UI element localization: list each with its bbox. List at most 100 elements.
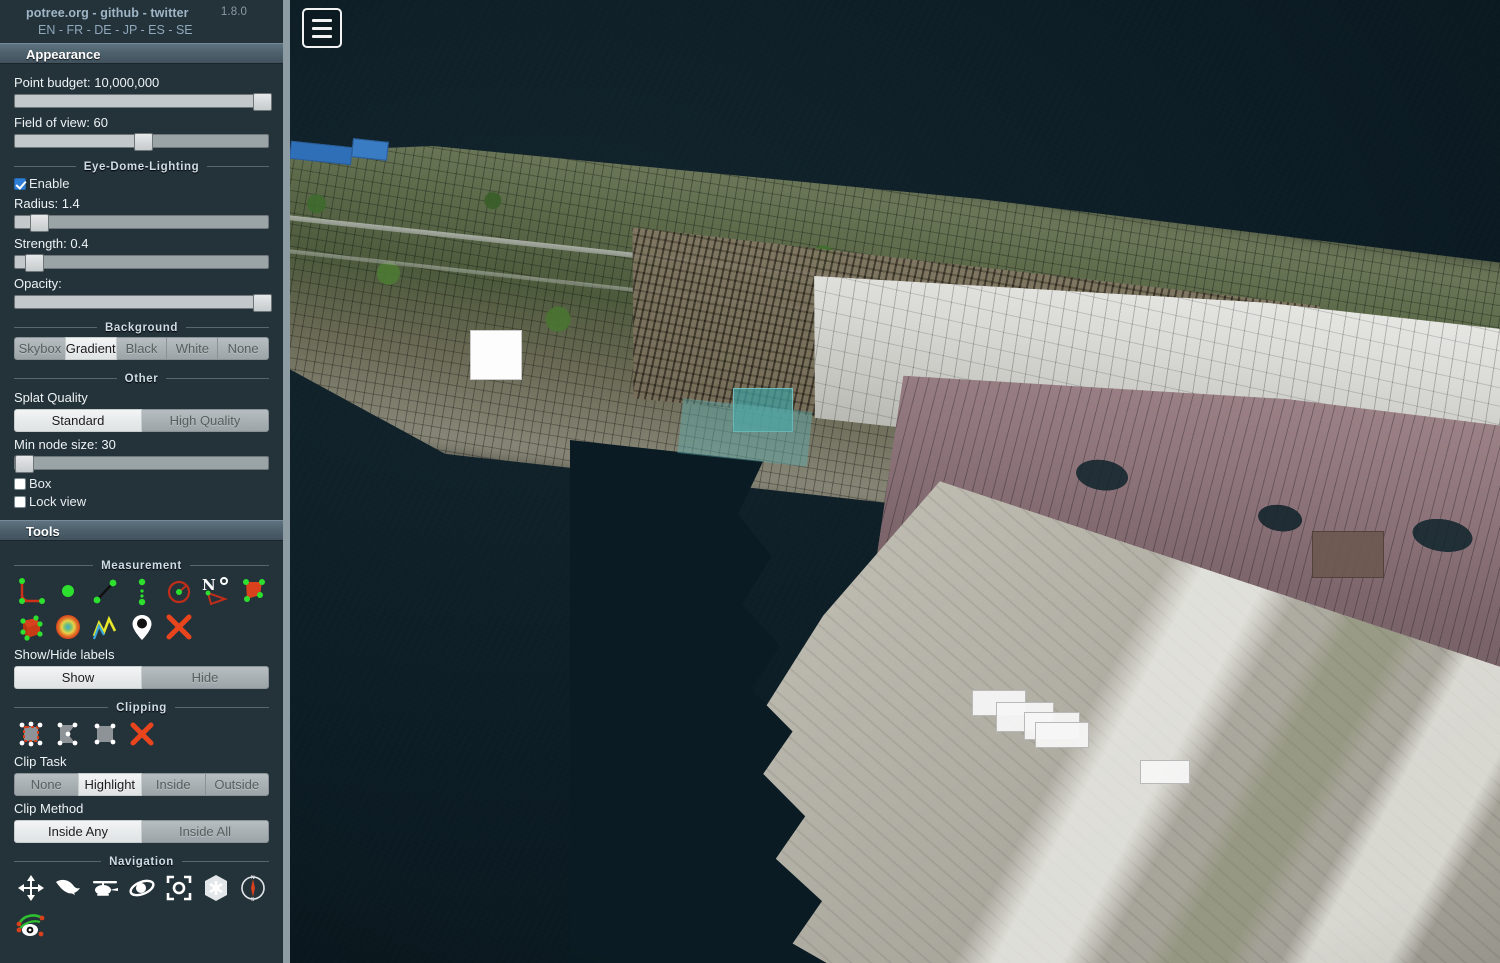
language-list[interactable]: EN - FR - DE - JP - ES - SE (38, 23, 193, 37)
field-of-view-label: Field of view: 60 (14, 115, 108, 130)
fly-controls-icon[interactable] (53, 873, 83, 903)
sidebar-panel: potree.org - github - twitter 1.8.0 EN -… (0, 0, 290, 963)
splat-quality-label: Splat Quality (14, 390, 88, 405)
earth-controls-icon[interactable] (16, 873, 46, 903)
navigation-icon-row-1[interactable]: NS (16, 873, 269, 903)
labels-hide-button[interactable]: Hide (141, 666, 269, 689)
clip-method-inside-any[interactable]: Inside Any (14, 820, 142, 843)
profile-icon[interactable] (90, 612, 120, 642)
overlay-box (470, 330, 522, 380)
clip-volume-icon[interactable] (16, 719, 46, 749)
overlay-box (1035, 722, 1089, 748)
overlay-box-dark (1312, 531, 1384, 578)
hamburger-bar (312, 34, 332, 38)
lock-view-checkbox[interactable] (14, 495, 26, 508)
edl-enable-label: Enable (29, 176, 70, 191)
clip-method-inside-all[interactable]: Inside All (141, 820, 269, 843)
measurement-icon-row-1[interactable]: N (16, 577, 269, 607)
box-label: Box (29, 476, 52, 491)
measurement-icon-row-2[interactable] (16, 612, 269, 642)
angle-measure-icon[interactable] (16, 577, 46, 607)
annotation-pin-icon[interactable] (127, 612, 157, 642)
scene-building-blue (351, 138, 389, 161)
show-hide-labels-group[interactable]: Show Hide (14, 666, 269, 689)
clip-task-group[interactable]: None Highlight Inside Outside (14, 773, 269, 796)
brand-links[interactable]: potree.org - github - twitter 1.8.0 (0, 0, 283, 20)
clip-polygon-icon[interactable] (53, 719, 83, 749)
azimuth-measure-icon[interactable]: N (201, 577, 231, 607)
background-option-gradient[interactable]: Gradient (64, 337, 117, 360)
helicopter-controls-icon[interactable] (90, 873, 120, 903)
group-legend-navigation: Navigation (14, 853, 269, 868)
show-hide-labels-label: Show/Hide labels (14, 647, 115, 662)
navigation-icon-row-2[interactable] (16, 908, 269, 938)
edl-opacity-slider[interactable] (14, 294, 272, 312)
clip-task-label: Clip Task (14, 754, 67, 769)
lock-view-row[interactable]: Lock view (14, 494, 269, 509)
box-checkbox[interactable] (14, 477, 26, 490)
splat-quality-high[interactable]: High Quality (141, 409, 269, 432)
background-option-white[interactable]: White (166, 337, 219, 360)
edl-strength-label: Strength: 0.4 (14, 236, 89, 251)
circle-measure-icon[interactable] (164, 577, 194, 607)
group-legend-clipping: Clipping (14, 699, 269, 714)
point-measure-icon[interactable] (53, 577, 83, 607)
clip-task-inside[interactable]: Inside (141, 773, 206, 796)
clip-task-none[interactable]: None (14, 773, 79, 796)
sidebar-scroll-content: potree.org - github - twitter 1.8.0 EN -… (0, 0, 283, 963)
point-budget-slider[interactable] (14, 93, 272, 111)
appearance-body: Point budget: 10,000,000 Field of view: … (0, 64, 283, 520)
orbit-controls-icon[interactable] (127, 873, 157, 903)
version-label: 1.8.0 (220, 6, 247, 18)
clip-plane-icon[interactable] (90, 719, 120, 749)
background-option-skybox[interactable]: Skybox (14, 337, 66, 360)
lock-view-label: Lock view (29, 494, 87, 509)
point-cloud-viewport[interactable] (290, 0, 1500, 963)
brand-label[interactable]: potree.org - github - twitter (26, 6, 189, 20)
clipping-icon-row[interactable] (16, 719, 269, 749)
svg-text:N: N (251, 875, 255, 881)
full-extent-icon[interactable] (201, 873, 231, 903)
volume-sphere-icon[interactable] (53, 612, 83, 642)
sidebar-scrollbar[interactable] (283, 0, 290, 963)
field-of-view-slider[interactable] (14, 133, 269, 151)
edl-radius-slider[interactable] (14, 214, 269, 232)
min-node-size-slider[interactable] (14, 455, 269, 473)
edl-enable-row[interactable]: Enable (14, 176, 269, 191)
box-row[interactable]: Box (14, 476, 269, 491)
section-header-tools[interactable]: Tools (0, 520, 283, 541)
background-option-none[interactable]: None (217, 337, 269, 360)
labels-show-button[interactable]: Show (14, 666, 142, 689)
clip-task-highlight[interactable]: Highlight (77, 773, 142, 796)
splat-quality-standard[interactable]: Standard (14, 409, 142, 432)
splat-quality-button-group[interactable]: Standard High Quality (14, 409, 269, 432)
clip-method-label: Clip Method (14, 801, 84, 816)
focus-controls-icon[interactable] (164, 873, 194, 903)
language-links[interactable]: EN - FR - DE - JP - ES - SE (0, 20, 283, 43)
svg-text:S: S (251, 897, 255, 903)
edl-strength-slider[interactable] (14, 254, 269, 272)
compass-icon[interactable]: NS (238, 873, 268, 903)
group-legend-background: Background (14, 319, 269, 334)
remove-measurement-icon[interactable] (164, 612, 194, 642)
edl-opacity-label: Opacity: (14, 276, 62, 291)
clip-task-outside[interactable]: Outside (204, 773, 269, 796)
background-option-black[interactable]: Black (115, 337, 168, 360)
hamburger-bar (312, 18, 332, 22)
background-button-group[interactable]: Skybox Gradient Black White None (14, 337, 269, 360)
hamburger-bar (312, 26, 332, 30)
tools-body: Measurement N Show/Hide labels Show Hide… (0, 541, 283, 948)
distance-measure-icon[interactable] (90, 577, 120, 607)
point-cloud-render (290, 0, 1500, 963)
group-legend-measurement: Measurement (14, 557, 269, 572)
area-measure-icon[interactable] (238, 577, 268, 607)
edl-enable-checkbox[interactable] (14, 177, 26, 190)
section-header-appearance[interactable]: Appearance (0, 43, 283, 64)
remove-clip-icon[interactable] (127, 719, 157, 749)
sidebar-toggle-button[interactable] (302, 8, 342, 48)
camera-animation-icon[interactable] (16, 908, 46, 938)
overlay-box (1140, 760, 1190, 784)
clip-method-group[interactable]: Inside Any Inside All (14, 820, 269, 843)
volume-box-icon[interactable] (16, 612, 46, 642)
height-measure-icon[interactable] (127, 577, 157, 607)
